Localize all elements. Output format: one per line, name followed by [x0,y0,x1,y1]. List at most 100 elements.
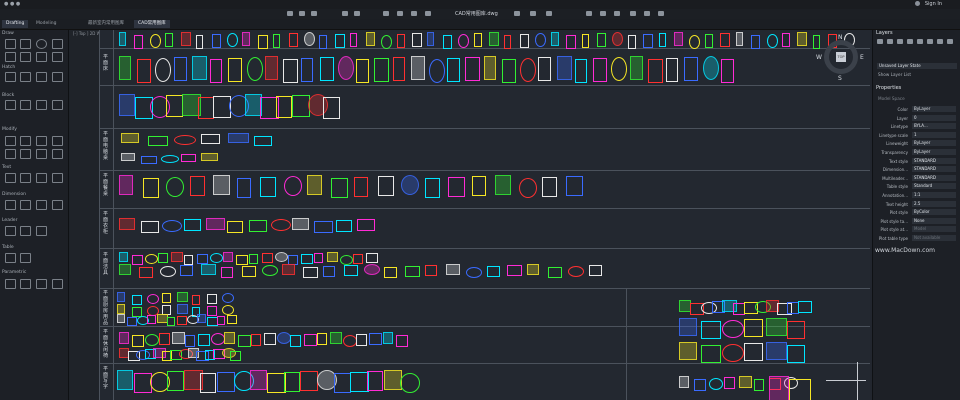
cad-block[interactable] [257,35,268,49]
layer-freeze-icon[interactable] [907,39,913,44]
tab-modeling[interactable]: Modeling [32,20,60,28]
cad-block[interactable] [704,34,713,48]
cad-block[interactable] [264,333,276,345]
layer-icon[interactable] [397,11,403,16]
cad-block[interactable] [424,178,440,198]
cad-block[interactable] [314,253,323,263]
cad-block[interactable] [181,154,196,162]
cad-block[interactable] [142,178,159,198]
cad-block[interactable] [401,175,419,195]
cad-block[interactable] [410,56,425,80]
cad-block[interactable] [241,266,256,277]
cad-block[interactable] [323,97,341,119]
cad-block[interactable] [236,178,251,198]
cad-block[interactable] [766,34,778,48]
cad-block[interactable] [367,371,383,391]
cad-block[interactable] [189,176,205,196]
property-row[interactable]: Multileader... STANDARD [873,174,960,182]
cad-block[interactable] [411,33,422,47]
ellipse-icon[interactable] [20,52,31,62]
cad-block[interactable] [137,59,152,83]
property-value[interactable]: STANDARD [912,166,956,173]
cad-block[interactable] [538,57,552,81]
tab-document-2[interactable]: CAD常用图库 [134,20,170,28]
cad-block[interactable] [327,252,338,262]
property-row[interactable]: Plot style ByColor [873,209,960,216]
plot-icon[interactable] [383,11,389,16]
mirror-icon[interactable] [52,136,63,146]
cad-block[interactable] [396,34,405,48]
cad-block[interactable] [213,175,230,195]
cad-block[interactable] [304,32,315,46]
property-row[interactable]: Linetype BYLA... [873,123,960,130]
cad-block[interactable] [237,335,251,347]
cad-block[interactable] [812,35,820,49]
section-modify[interactable]: Modify [2,127,17,132]
cad-block[interactable] [781,33,790,47]
section-parametric[interactable]: Parametric [2,270,26,275]
cad-block[interactable] [249,254,258,264]
cad-block[interactable] [177,304,188,314]
cad-block[interactable] [201,134,220,144]
cad-block[interactable] [147,315,156,324]
property-row[interactable]: Color ByLayer [873,106,960,113]
cad-block[interactable] [119,175,133,195]
zoom-icon[interactable] [514,11,520,16]
cad-block[interactable] [504,35,512,49]
cad-block[interactable] [366,253,378,263]
cad-block[interactable] [744,343,763,361]
property-row[interactable]: Plot table type Not available [873,235,960,242]
cad-block[interactable] [270,219,291,231]
cad-block[interactable] [542,177,557,197]
property-value[interactable]: STANDARD [912,157,956,164]
property-value[interactable]: Not available [912,235,956,241]
cad-block[interactable] [700,345,721,363]
cad-block[interactable] [724,377,735,389]
region-icon[interactable] [52,72,63,82]
cad-block[interactable] [119,94,135,116]
cad-block[interactable] [343,265,358,276]
cad-block[interactable] [119,218,135,230]
cad-block[interactable] [627,35,636,49]
cad-block[interactable] [343,335,358,347]
cad-block[interactable] [301,58,314,82]
dim-angular-icon[interactable] [36,200,47,210]
cad-block[interactable] [684,57,699,81]
cad-block[interactable] [612,32,624,46]
cad-block[interactable] [744,319,763,337]
cad-block[interactable] [365,32,375,46]
cad-block[interactable] [658,33,666,47]
section-draw[interactable]: Draw [2,31,14,36]
properties-icon[interactable] [425,11,431,16]
cad-block[interactable] [709,378,723,390]
cad-block[interactable] [290,335,302,347]
property-row[interactable]: Layer 0 [873,114,960,122]
cad-block[interactable] [127,317,137,326]
cad-block[interactable] [445,264,460,275]
section-table[interactable]: Table [2,245,14,250]
copy-icon[interactable] [20,136,31,146]
drawing-canvas[interactable]: 平 面 床 平 面 电 脑 桌 平 面 餐 桌 平 面 衣 柜 平 面 洁 具 … [99,30,870,400]
undo-icon[interactable] [342,11,348,16]
cad-block[interactable] [765,318,787,336]
cad-block[interactable] [300,371,319,391]
cad-block[interactable] [518,178,537,198]
cad-block[interactable] [520,58,537,82]
cad-block[interactable] [765,342,787,360]
cad-block[interactable] [139,267,154,278]
property-row[interactable]: Transparency ByLayer [873,149,960,156]
attribute-icon[interactable] [52,100,63,110]
property-value[interactable]: ByLayer [912,140,956,147]
layer-state-dropdown[interactable]: Unsaved Layer State [877,63,957,69]
cad-block[interactable] [333,373,351,393]
property-value[interactable]: Model [912,226,956,233]
circle-icon[interactable] [36,39,47,49]
delete-layer-icon[interactable] [887,39,893,44]
cad-block[interactable] [145,254,158,264]
fillet-icon[interactable] [52,149,63,159]
cad-block[interactable] [119,32,126,46]
cad-block[interactable] [173,57,187,81]
viewcube-compass[interactable]: TOP [824,40,858,74]
cad-block[interactable] [192,295,200,305]
cad-block[interactable] [158,253,168,263]
